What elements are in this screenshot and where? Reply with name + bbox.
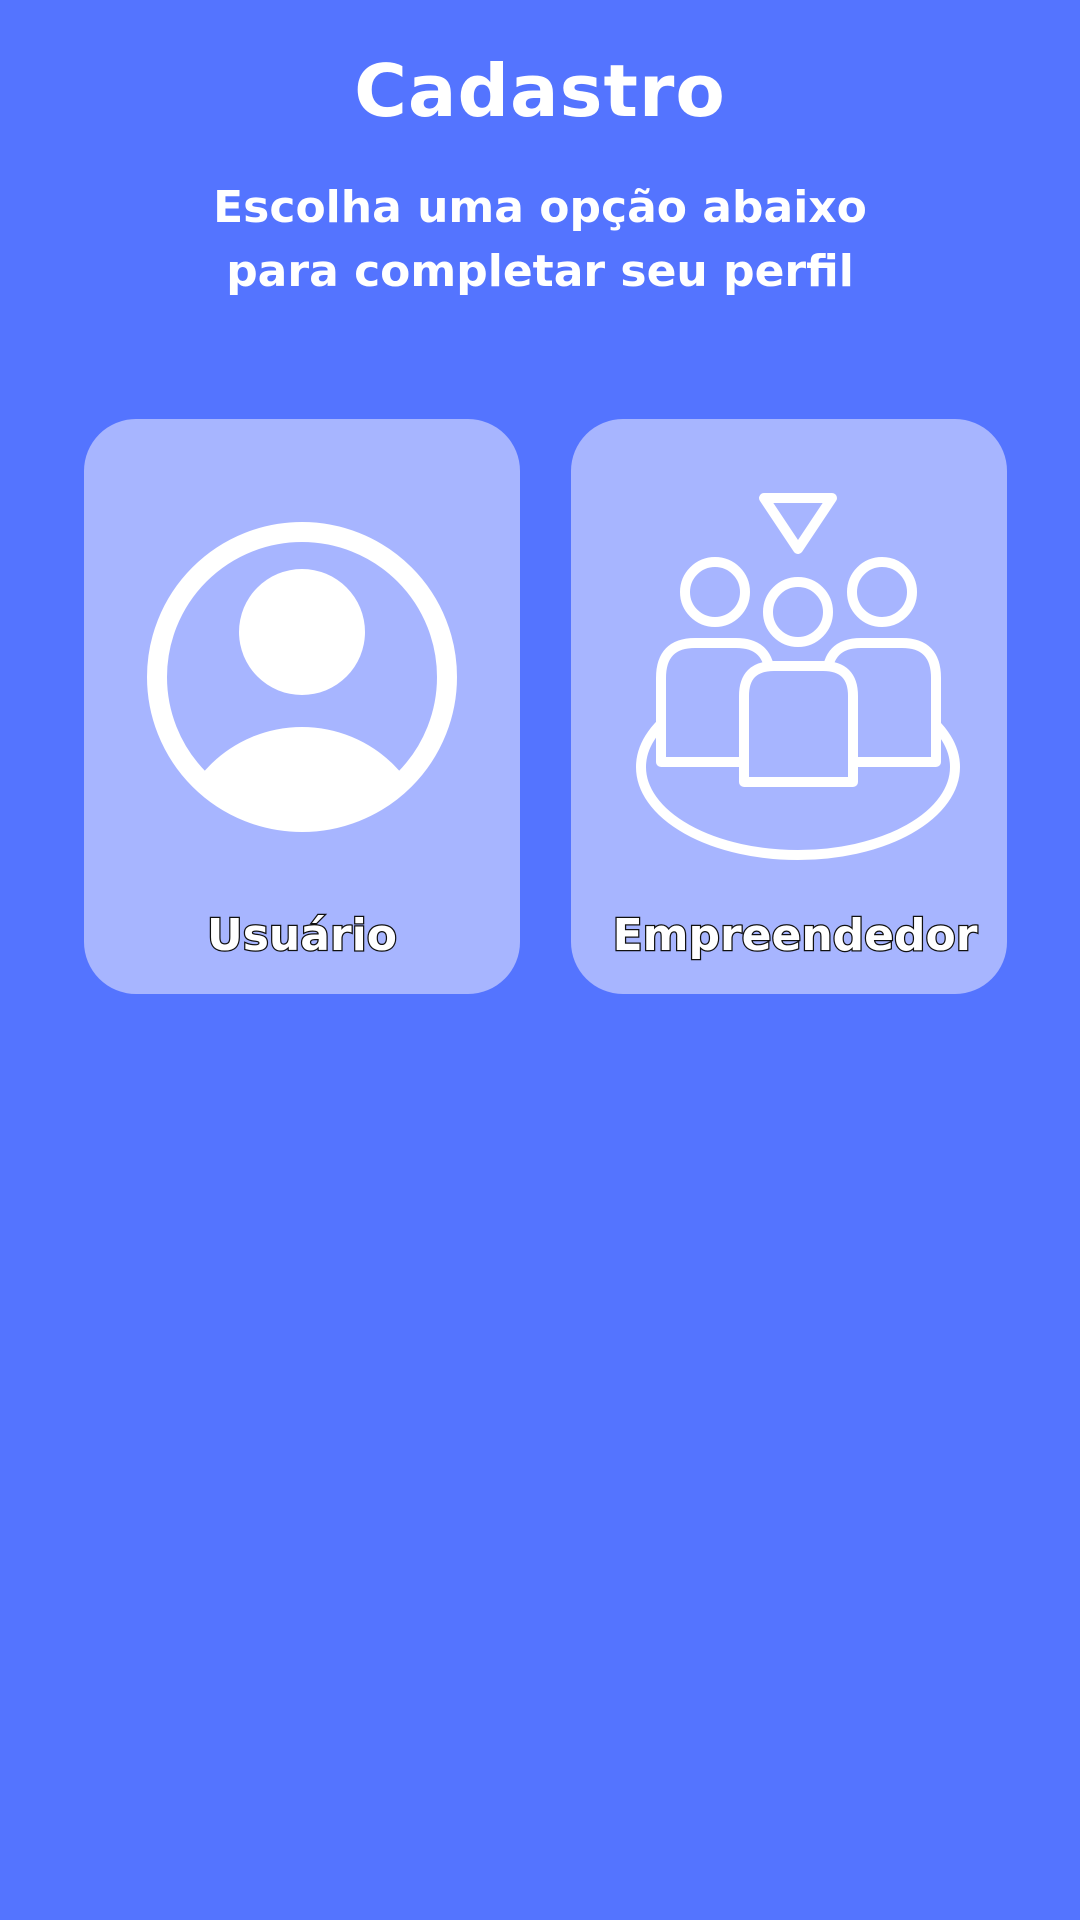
subtitle-line-2: para completar seu perfil bbox=[226, 246, 854, 297]
subtitle-line-1: Escolha uma opção abaixo bbox=[213, 182, 867, 233]
user-option-label: Usuário bbox=[206, 909, 398, 963]
page-title: Cadastro bbox=[354, 49, 726, 133]
entrepreneur-option-card[interactable]: Empreendedor bbox=[571, 419, 1007, 994]
page-subtitle: Escolha uma opção abaixo para completar … bbox=[0, 176, 1080, 304]
entrepreneur-option-label: Empreendedor bbox=[611, 909, 978, 963]
user-option-card[interactable]: Usuário bbox=[84, 419, 520, 994]
